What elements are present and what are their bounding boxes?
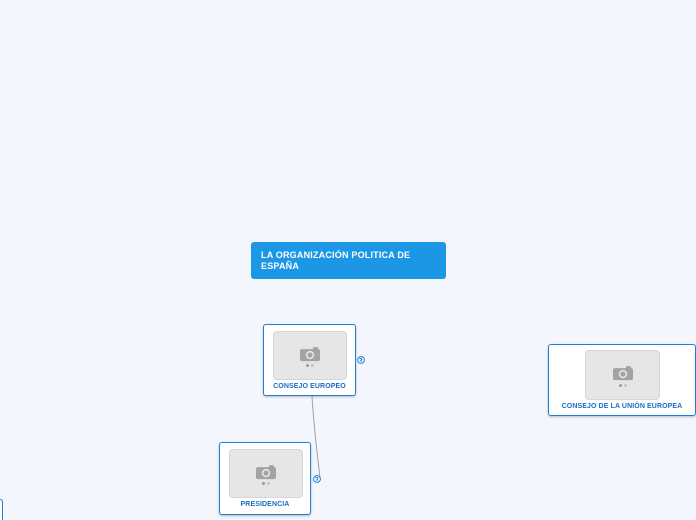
image-placeholder [273,331,347,380]
topic-card-consejo-union-europea[interactable]: CONSEJO DE LA UNIÓN EUROPEA [548,344,696,416]
topic-card-label: CONSEJO EUROPEO [273,383,346,390]
camera-icon [612,366,633,381]
camera-icon [300,346,320,361]
globe-link-icon[interactable] [313,475,321,483]
offscreen-topic-card-edge[interactable] [0,499,3,520]
camera-icon [256,464,276,479]
image-placeholder [229,449,303,498]
globe-link-icon[interactable] [357,356,365,364]
root-topic-label: LA ORGANIZACIÓN POLITICA DE ESPAÑA [261,250,411,271]
image-placeholder [585,350,660,400]
image-dots [306,364,314,367]
root-topic[interactable]: LA ORGANIZACIÓN POLITICA DE ESPAÑA [251,242,446,279]
topic-card-label: PRESIDENCIA [240,501,290,508]
topic-card-presidencia[interactable]: PRESIDENCIA [219,442,311,515]
topic-card-consejo-europeo[interactable]: CONSEJO EUROPEO [263,324,356,396]
image-dots [618,384,627,387]
mind-map-canvas[interactable]: LA ORGANIZACIÓN POLITICA DE ESPAÑA CONSE… [0,0,696,520]
connector-consejo-europeo-to-presidencia [311,395,321,479]
topic-card-label: CONSEJO DE LA UNIÓN EUROPEA [561,403,683,410]
image-dots [262,482,270,485]
